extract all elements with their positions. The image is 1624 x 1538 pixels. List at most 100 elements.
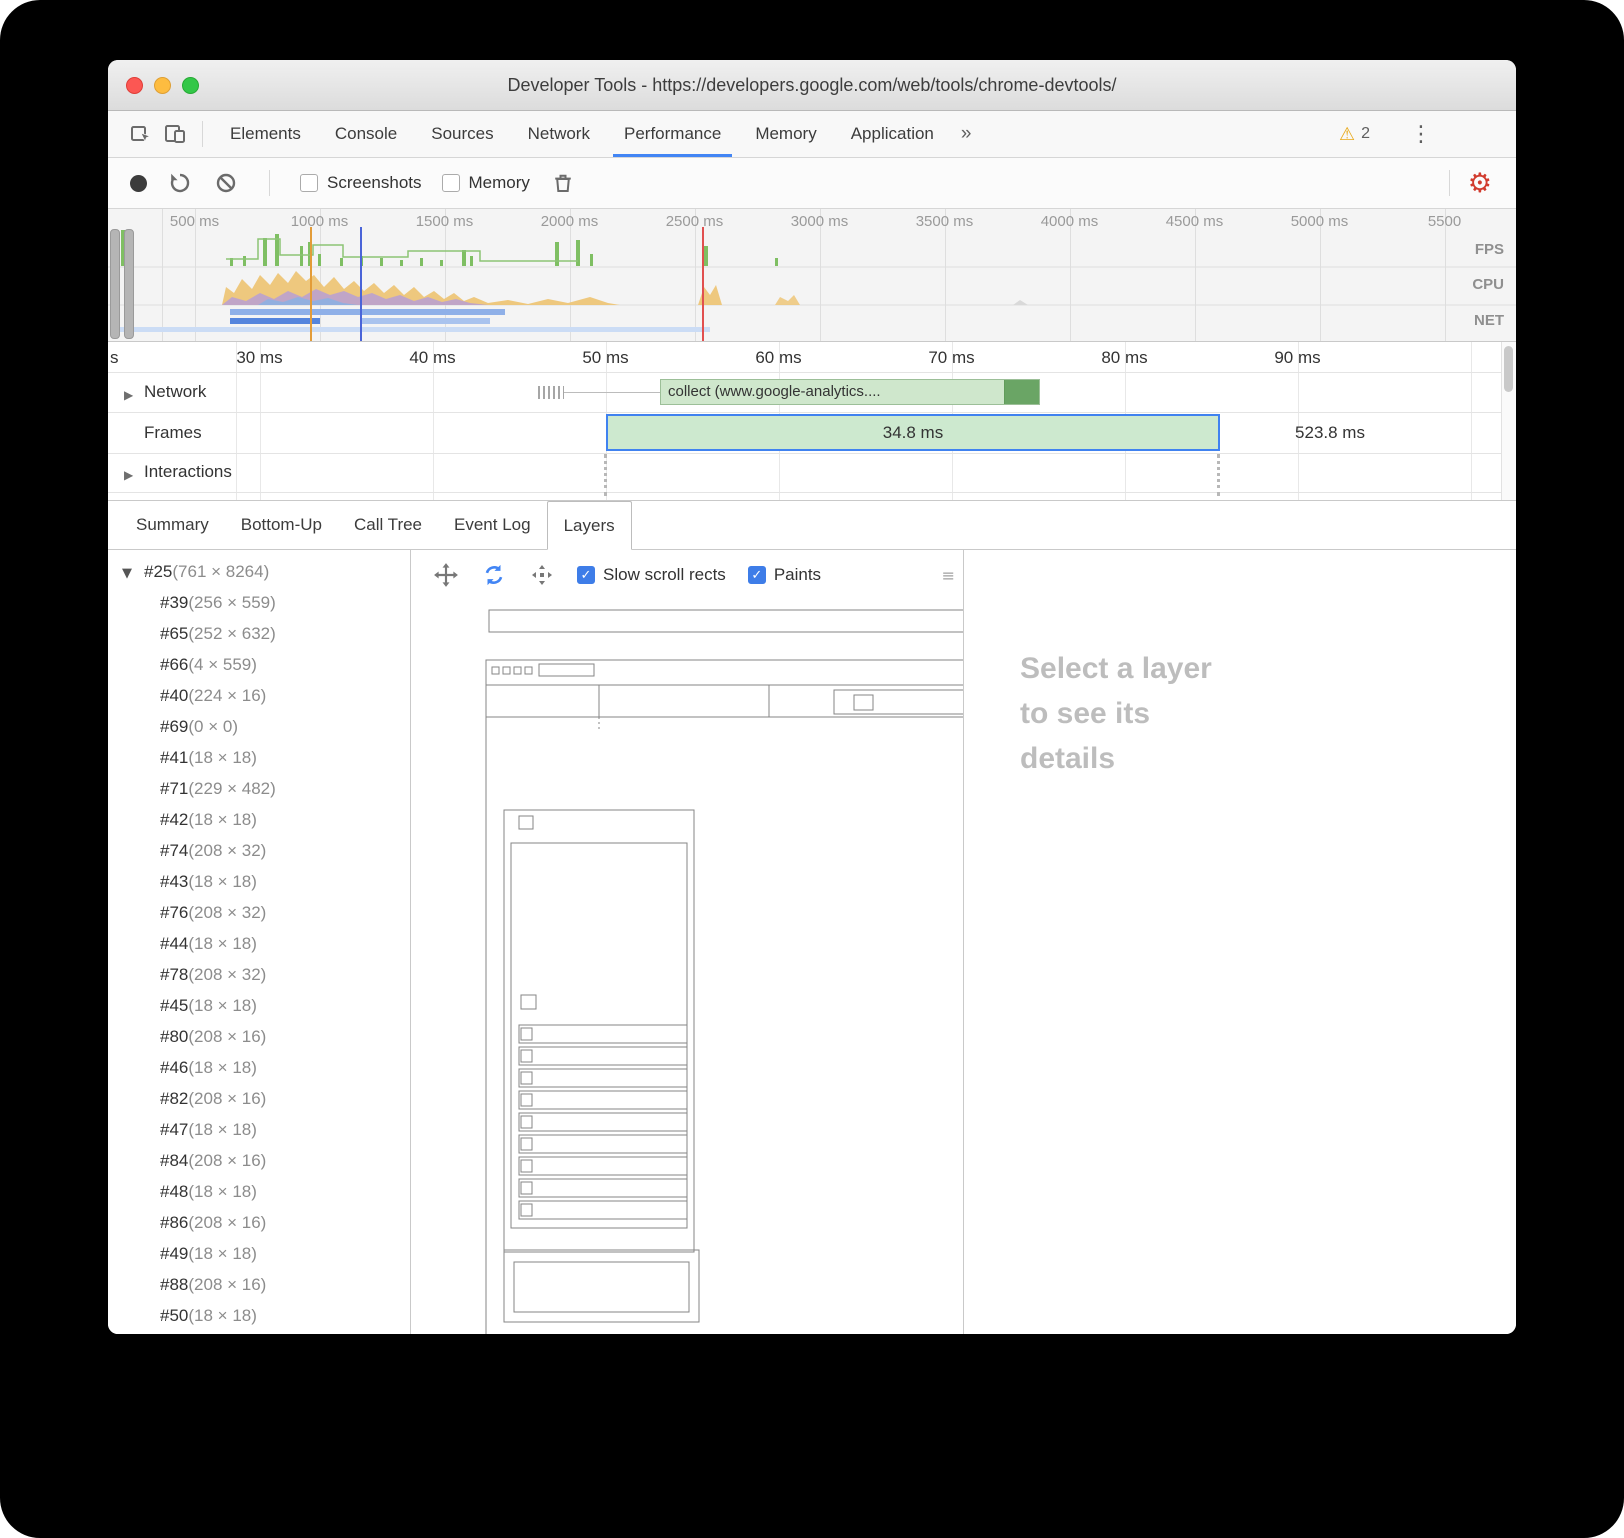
overview-time-label: 5000 ms (1257, 213, 1382, 230)
layer-size: (18 × 18) (188, 1244, 257, 1263)
timeline-detail[interactable]: s 30 ms40 ms50 ms60 ms70 ms80 ms90 ms ▶ … (108, 342, 1516, 501)
layer-tree-item[interactable]: ▼#25(761 × 8264) (108, 556, 410, 587)
layer-id: #78 (160, 965, 188, 984)
layer-tree-item[interactable]: #86(208 × 16) (108, 1207, 410, 1238)
timeline-scrollbar[interactable] (1501, 342, 1516, 500)
tab-layers[interactable]: Layers (547, 501, 632, 550)
zoom-window-button[interactable] (182, 77, 199, 94)
layer-tree-item[interactable]: #43(18 × 18) (108, 866, 410, 897)
pan-mode-icon[interactable] (433, 562, 459, 588)
tab-elements[interactable]: Elements (213, 111, 318, 157)
more-tabs-button[interactable]: » (951, 111, 982, 157)
screenshots-checkbox[interactable]: ✓ Screenshots (300, 173, 422, 193)
detail-time-label: 30 ms (173, 348, 346, 368)
frame-boundary-dotted-line (604, 454, 607, 496)
tab-sources[interactable]: Sources (414, 111, 510, 157)
layer-tree-item[interactable]: #50(18 × 18) (108, 1300, 410, 1331)
performance-toolbar: ✓ Screenshots ✓ Memory ⚙ (108, 158, 1516, 209)
layer-tree-item[interactable]: #71(229 × 482) (108, 773, 410, 804)
minimize-window-button[interactable] (154, 77, 171, 94)
network-row-label: Network (144, 382, 206, 402)
device-toolbar-icon[interactable] (158, 117, 192, 151)
layer-tree-item[interactable]: #69(0 × 0) (108, 711, 410, 742)
settings-group: ⚙ (1449, 168, 1516, 199)
overview-time-label: 500 ms (132, 213, 257, 230)
memory-checkbox[interactable]: ✓ Memory (442, 173, 530, 193)
reload-and-profile-icon[interactable] (167, 170, 193, 196)
timeline-overview[interactable]: 500 ms1000 ms1500 ms2000 ms2500 ms3000 m… (108, 209, 1516, 342)
overview-time-label: 2500 ms (632, 213, 757, 230)
tab-console[interactable]: Console (318, 111, 414, 157)
clear-icon[interactable] (213, 170, 239, 196)
layer-tree-item[interactable]: #45(18 × 18) (108, 990, 410, 1021)
layer-tree-item[interactable]: #65(252 × 632) (108, 618, 410, 649)
layer-tree-item[interactable]: #74(208 × 32) (108, 835, 410, 866)
scrollbar-thumb[interactable] (1504, 346, 1513, 392)
overview-time-label: 4500 ms (1132, 213, 1257, 230)
close-window-button[interactable] (126, 77, 143, 94)
selected-frame-bar[interactable]: 34.8 ms (606, 414, 1220, 451)
layer-tree-item[interactable]: #49(18 × 18) (108, 1238, 410, 1269)
layer-tree-item[interactable]: #41(18 × 18) (108, 742, 410, 773)
layer-id: #88 (160, 1275, 188, 1294)
tab-application[interactable]: Application (834, 111, 951, 157)
tab-bottom-up[interactable]: Bottom-Up (225, 501, 338, 549)
layer-tree-item[interactable]: #46(18 × 18) (108, 1052, 410, 1083)
console-warning-indicator[interactable]: ⚠ 2 (1339, 124, 1370, 145)
layer-tree-item[interactable]: #78(208 × 32) (108, 959, 410, 990)
layer-tree-item[interactable]: #42(18 × 18) (108, 804, 410, 835)
screenshot-background: Developer Tools - https://developers.goo… (0, 0, 1624, 1538)
window-titlebar[interactable]: Developer Tools - https://developers.goo… (108, 60, 1516, 111)
layer-tree-item[interactable]: #88(208 × 16) (108, 1269, 410, 1300)
layer-tree-item[interactable]: #47(18 × 18) (108, 1114, 410, 1145)
layer-size: (18 × 18) (188, 934, 257, 953)
network-row-disclosure-icon[interactable]: ▶ (124, 388, 133, 402)
trash-icon[interactable] (550, 170, 576, 196)
warning-count: 2 (1361, 125, 1370, 143)
layer-tree-item[interactable]: #39(256 × 559) (108, 587, 410, 618)
layer-size: (208 × 16) (188, 1151, 266, 1170)
tab-call-tree[interactable]: Call Tree (338, 501, 438, 549)
settings-gear-icon[interactable]: ⚙ (1468, 168, 1492, 199)
record-button[interactable] (130, 175, 147, 192)
layer-id: #39 (160, 593, 188, 612)
tab-performance[interactable]: Performance (607, 111, 738, 157)
layer-tree-item[interactable]: #44(18 × 18) (108, 928, 410, 959)
overview-selection-handle-right[interactable] (124, 229, 134, 339)
reset-view-icon[interactable] (529, 562, 555, 588)
layers-wireframe[interactable] (411, 600, 964, 1334)
layer-tree-item[interactable]: #40(224 × 16) (108, 680, 410, 711)
layer-id: #69 (160, 717, 188, 736)
layer-details-pane: Select a layer to see its details (964, 550, 1516, 1334)
tab-event-log[interactable]: Event Log (438, 501, 547, 549)
checkbox-box[interactable]: ✓ (300, 174, 318, 192)
overview-time-label: 5500 (1382, 213, 1507, 230)
detail-time-label: 90 ms (1211, 348, 1384, 368)
layer-id: #40 (160, 686, 188, 705)
tab-network[interactable]: Network (511, 111, 607, 157)
checkbox-box[interactable]: ✓ (577, 566, 595, 584)
paints-checkbox[interactable]: ✓ Paints (748, 565, 821, 585)
inspect-element-icon[interactable] (124, 117, 158, 151)
network-request-bar[interactable]: collect (www.google-analytics.... (660, 379, 1040, 405)
checkbox-box[interactable]: ✓ (442, 174, 460, 192)
layer-size: (18 × 18) (188, 872, 257, 891)
tab-memory[interactable]: Memory (738, 111, 833, 157)
overview-selection-handle-left[interactable] (110, 229, 120, 339)
rotate-mode-icon[interactable] (481, 562, 507, 588)
slow-scroll-rects-checkbox[interactable]: ✓ Slow scroll rects (577, 565, 726, 585)
tab-summary[interactable]: Summary (120, 501, 225, 549)
disclosure-triangle-icon[interactable]: ▼ (122, 558, 144, 589)
layer-tree-item[interactable]: #82(208 × 16) (108, 1083, 410, 1114)
layer-tree-item[interactable]: #84(208 × 16) (108, 1145, 410, 1176)
interactions-row-disclosure-icon[interactable]: ▶ (124, 468, 133, 482)
layer-tree-item[interactable]: #80(208 × 16) (108, 1021, 410, 1052)
layer-size: (208 × 16) (188, 1275, 266, 1294)
layer-size: (18 × 18) (188, 748, 257, 767)
checkbox-box[interactable]: ✓ (748, 566, 766, 584)
layer-tree-item[interactable]: #76(208 × 32) (108, 897, 410, 928)
layer-tree-item[interactable]: #66(4 × 559) (108, 649, 410, 680)
layer-tree-item[interactable]: #48(18 × 18) (108, 1176, 410, 1207)
devtools-menu-button[interactable]: ⋮ (1410, 122, 1432, 147)
layer-id: #41 (160, 748, 188, 767)
